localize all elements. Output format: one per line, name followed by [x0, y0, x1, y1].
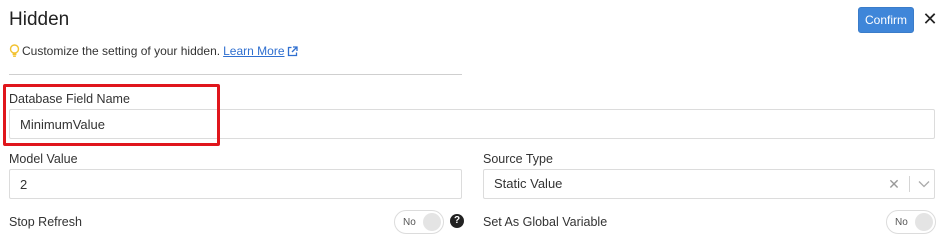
panel-title: Hidden [9, 9, 70, 30]
clear-icon[interactable]: ✕ [883, 170, 905, 198]
select-controls: ✕ [883, 170, 934, 198]
chevron-down-icon[interactable] [914, 170, 934, 198]
learn-more-link[interactable]: Learn More [223, 44, 284, 58]
hint-row: Customize the setting of your hidden. Le… [9, 43, 298, 59]
set-as-global-variable-toggle[interactable]: No [886, 210, 936, 234]
source-type-select[interactable]: Static Value ✕ [483, 169, 935, 199]
close-icon[interactable]: ✕ [922, 9, 938, 29]
toggle-knob [915, 213, 933, 231]
model-value-input[interactable] [20, 170, 451, 198]
hidden-settings-panel: Hidden Confirm ✕ Customize the setting o… [0, 0, 942, 241]
toggle-knob [423, 213, 441, 231]
database-field-name-label: Database Field Name [9, 92, 130, 106]
model-value-label: Model Value [9, 152, 78, 166]
database-field-name-field[interactable] [9, 109, 935, 139]
model-value-field[interactable] [9, 169, 462, 199]
toggle-state-text: No [895, 216, 908, 228]
confirm-button[interactable]: Confirm [858, 7, 914, 33]
hint-text: Customize the setting of your hidden. [22, 44, 221, 58]
external-link-icon[interactable] [287, 45, 298, 57]
stop-refresh-label: Stop Refresh [9, 215, 82, 229]
database-field-name-input[interactable] [20, 110, 924, 138]
lightbulb-icon [9, 44, 20, 57]
select-separator [909, 176, 910, 192]
set-as-global-variable-label: Set As Global Variable [483, 215, 608, 229]
section-divider [9, 74, 462, 75]
stop-refresh-toggle[interactable]: No [394, 210, 444, 234]
toggle-state-text: No [403, 216, 416, 228]
question-icon[interactable]: ? [450, 214, 464, 228]
source-type-label: Source Type [483, 152, 553, 166]
source-type-value: Static Value [494, 176, 563, 191]
